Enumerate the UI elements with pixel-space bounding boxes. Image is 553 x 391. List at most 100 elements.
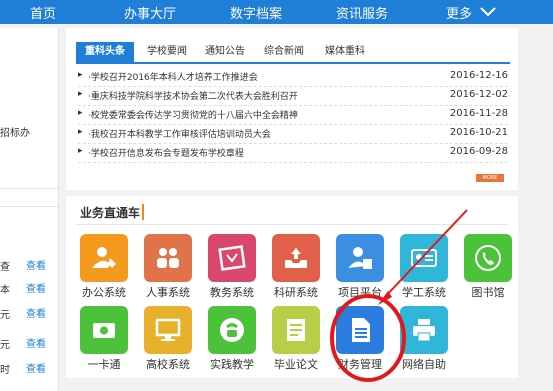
app-icon-bg (464, 234, 512, 282)
app-label: 学工系统 (402, 286, 446, 299)
card-icon (93, 323, 115, 338)
app-campus-card[interactable]: 一卡通 (74, 306, 134, 378)
app-label: 一卡通 (87, 358, 121, 371)
view-link[interactable]: 查看 (26, 360, 46, 375)
app-label: 财务管理 (338, 358, 382, 371)
app-network-self-service[interactable]: 网络自助 (394, 306, 454, 378)
tab-general-news[interactable]: 综合新闻 (256, 42, 312, 62)
app-graduation-thesis[interactable]: 毕业论文 (266, 306, 326, 378)
app-project-platform[interactable]: 项目平台 (330, 234, 390, 306)
left-panel: 招标办 查 查看 本 查看 元 查看 元 查看 时 查看 (0, 28, 59, 391)
view-link[interactable]: 查看 (26, 335, 46, 350)
people-icon (157, 248, 179, 268)
news-title[interactable]: ·学校召开信息发布会专题发布学校章程 (88, 146, 244, 159)
arrow-right-icon: ▸ (78, 70, 83, 80)
app-label: 网络自助 (402, 358, 446, 371)
divider (76, 224, 508, 225)
app-practice-teaching[interactable]: 实践教学 (202, 306, 262, 378)
app-university-system[interactable]: 高校系统 (138, 306, 198, 378)
view-link[interactable]: 查看 (26, 280, 46, 295)
id-card-icon (411, 249, 437, 267)
left-row-prefix: 时 (0, 365, 10, 376)
news-item[interactable]: ▸ ·校党委常委会传达学习贯彻党的十八届六中全会精神 2016-11-28 (78, 106, 508, 125)
app-icon-bg (144, 306, 192, 354)
phone-icon (475, 245, 501, 271)
app-icon-bg (400, 306, 448, 354)
app-label: 项目平台 (338, 286, 382, 299)
arrow-right-icon: ▸ (78, 127, 83, 137)
person-edit-icon (92, 247, 116, 268)
news-title[interactable]: ·我校召开本科教学工作审核评估培训动员大会 (88, 127, 271, 140)
tab-headlines[interactable]: 重科头条 (76, 42, 134, 62)
arrow-right-icon: ▸ (78, 89, 83, 99)
app-label: 办公系统 (82, 286, 126, 299)
document-icon (352, 318, 370, 342)
news-title[interactable]: ·重庆科技学院科学技术协会第二次代表大会胜利召开 (88, 89, 298, 102)
monitor-icon (155, 318, 181, 341)
app-student-affairs[interactable]: 学工系统 (394, 234, 454, 306)
app-label: 科研系统 (274, 286, 318, 299)
tray-upload-icon (285, 248, 307, 268)
chevron-down-icon[interactable] (478, 2, 498, 22)
news-date: 2016-11-28 (449, 108, 508, 119)
app-label: 教务系统 (210, 286, 254, 299)
phone-ring-icon (220, 318, 244, 342)
app-academic-system[interactable]: 教务系统 (202, 234, 262, 306)
app-label: 毕业论文 (274, 358, 318, 371)
app-icon-bg (272, 306, 320, 354)
app-research-system[interactable]: 科研系统 (266, 234, 326, 306)
app-icon-bg (272, 234, 320, 282)
app-office-system[interactable]: 办公系统 (74, 234, 134, 306)
divider (0, 188, 58, 189)
left-stub-text: 招标办 (0, 128, 30, 139)
person-doc-icon (348, 247, 372, 269)
app-icon-bg (144, 234, 192, 282)
view-link[interactable]: 查看 (26, 305, 46, 320)
arrow-right-icon: ▸ (78, 108, 83, 118)
tab-school-news[interactable]: 学校要闻 (140, 42, 194, 62)
app-icon-bg (80, 234, 128, 282)
view-link[interactable]: 查看 (26, 257, 46, 272)
more-button[interactable]: MORE (476, 174, 504, 182)
app-icon-bg (400, 234, 448, 282)
news-title[interactable]: ·学校召开2016年本科人才培养工作推进会 (88, 70, 258, 83)
tab-notices[interactable]: 通知公告 (198, 42, 252, 62)
app-label: 实践教学 (210, 358, 254, 371)
left-row-prefix: 元 (0, 340, 10, 351)
app-label: 图书馆 (471, 286, 505, 299)
divider (0, 206, 58, 207)
app-finance-management[interactable]: 财务管理 (330, 306, 390, 378)
app-icon-bg (336, 306, 384, 354)
nav-home[interactable]: 首页 (30, 3, 56, 22)
tab-media[interactable]: 媒体重科 (316, 42, 374, 62)
news-item[interactable]: ▸ ·学校召开2016年本科人才培养工作推进会 2016-12-16 (78, 68, 508, 87)
arrow-right-icon: ▸ (78, 146, 83, 156)
news-item[interactable]: ▸ ·重庆科技学院科学技术协会第二次代表大会胜利召开 2016-12-02 (78, 87, 508, 106)
news-item[interactable]: ▸ ·学校召开信息发布会专题发布学校章程 2016-09-28 (78, 144, 508, 163)
app-label: 人事系统 (146, 286, 190, 299)
app-label: 高校系统 (146, 358, 190, 371)
news-panel: 重科头条 学校要闻 通知公告 综合新闻 媒体重科 ▸ ·学校召开2016年本科人… (66, 28, 518, 190)
nav-info-service[interactable]: 资讯服务 (336, 3, 388, 22)
certificate-icon (218, 245, 246, 271)
news-item[interactable]: ▸ ·我校召开本科教学工作审核评估培训动员大会 2016-10-21 (78, 125, 508, 144)
nav-service-hall[interactable]: 办事大厅 (124, 3, 176, 22)
news-title[interactable]: ·校党委常委会传达学习贯彻党的十八届六中全会精神 (88, 108, 298, 121)
title-accent-bar (142, 204, 144, 220)
news-date: 2016-10-21 (449, 127, 508, 138)
news-tabs: 重科头条 学校要闻 通知公告 综合新闻 媒体重科 (76, 42, 510, 64)
left-row-prefix: 查 (0, 262, 10, 273)
note-icon (287, 319, 305, 341)
app-icon-bg (336, 234, 384, 282)
section-title: 业务直通车 (80, 206, 141, 220)
nav-digital-archive[interactable]: 数字档案 (230, 3, 282, 22)
app-icon-bg (208, 234, 256, 282)
left-row-prefix: 元 (0, 310, 10, 321)
top-nav: 首页 办事大厅 数字档案 资讯服务 更多 (0, 0, 553, 24)
nav-more[interactable]: 更多 (446, 3, 472, 22)
app-library[interactable]: 图书馆 (458, 234, 518, 306)
printer-icon (413, 319, 435, 342)
app-hr-system[interactable]: 人事系统 (138, 234, 198, 306)
news-date: 2016-12-02 (449, 89, 508, 100)
app-icon-bg (80, 306, 128, 354)
